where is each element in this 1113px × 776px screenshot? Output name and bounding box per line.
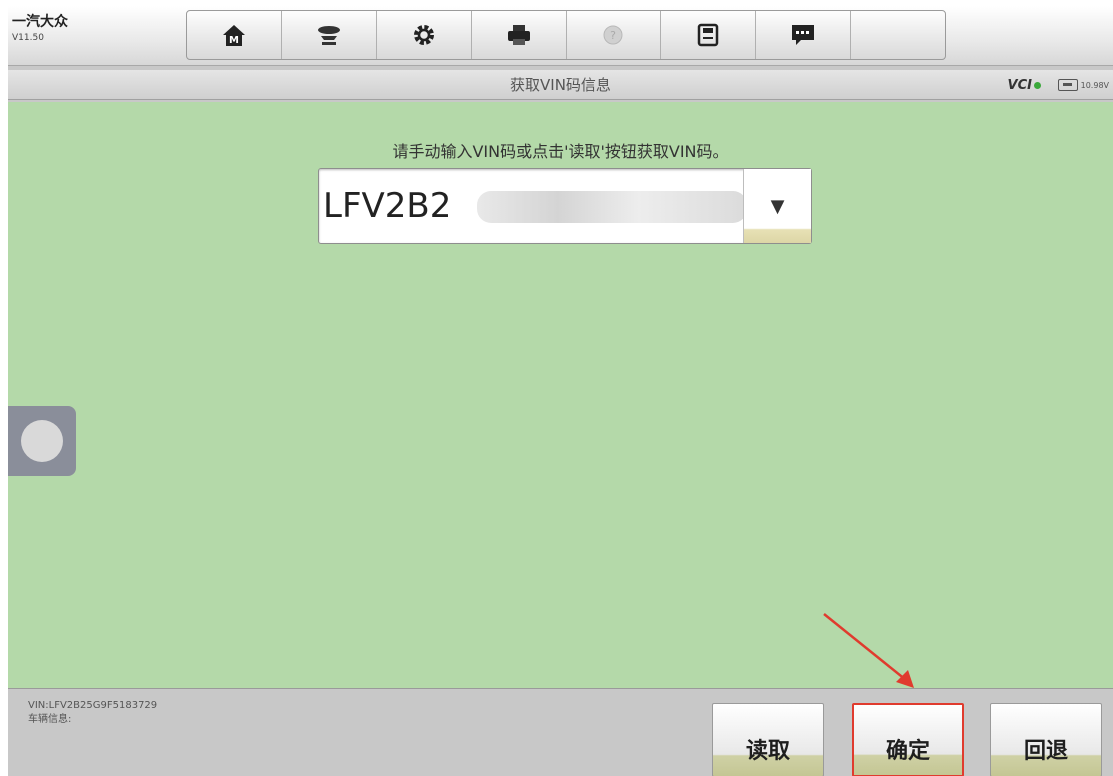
main-content: 请手动输入VIN码或点击'读取'按钮获取VIN码。 ▼ [8, 102, 1113, 688]
vin-redaction-blur [477, 191, 747, 223]
brand-name: 一汽大众 [12, 14, 68, 30]
back-button-label: 回退 [1023, 739, 1068, 764]
read-button-label: 读取 [745, 739, 790, 764]
help-icon: ? [603, 25, 623, 45]
svg-text:M: M [229, 35, 239, 46]
vin-combobox: ▼ [318, 168, 812, 244]
toolbar: M ? [186, 10, 946, 60]
app-frame: 一汽大众 V11.50 M ? 获取VIN码信息 VCI 10.98V 请手动输… [8, 6, 1113, 776]
back-button[interactable]: 回退 [990, 703, 1102, 776]
vehicle-lift-icon [317, 26, 340, 45]
home-button[interactable]: M [187, 11, 282, 59]
save-icon [698, 23, 719, 47]
top-bar: 一汽大众 V11.50 M ? [8, 6, 1113, 66]
title-bar: 获取VIN码信息 VCI 10.98V [8, 70, 1113, 100]
save-button[interactable] [661, 11, 757, 59]
help-button[interactable]: ? [567, 11, 662, 59]
app-version: V11.50 [12, 33, 44, 43]
page-title: 获取VIN码信息 [510, 76, 611, 94]
read-button[interactable]: 读取 [712, 703, 824, 776]
battery-voltage: 10.98V [1080, 80, 1109, 90]
vci-connected-indicator [1034, 82, 1041, 89]
chat-icon [792, 25, 815, 45]
annotation-arrow [823, 613, 914, 688]
settings-button[interactable] [377, 11, 472, 59]
chevron-down-icon: ▼ [770, 195, 785, 217]
vin-dropdown-button[interactable]: ▼ [743, 169, 811, 243]
vin-line: VIN:LFV2B25G9F5183729 [28, 700, 158, 711]
battery-status: 10.98V [1057, 79, 1109, 91]
message-button[interactable] [756, 11, 852, 59]
brand: 一汽大众 V11.50 [12, 14, 68, 43]
circle-icon [21, 420, 63, 462]
home-icon: M [222, 25, 245, 46]
confirm-button[interactable]: 确定 [852, 703, 964, 776]
svg-text:?: ? [611, 29, 617, 42]
instruction-text: 请手动输入VIN码或点击'读取'按钮获取VIN码。 [392, 142, 729, 161]
vin-status: VIN:LFV2B25G9F5183729 车辆信息: [28, 699, 157, 727]
printer-icon [507, 25, 530, 45]
print-button[interactable] [472, 11, 567, 59]
vci-status: VCI [1008, 78, 1041, 93]
bottom-bar: VIN:LFV2B25G9F5183729 车辆信息: 读取 确定 回退 [8, 688, 1113, 776]
battery-icon [1057, 79, 1078, 91]
confirm-button-label: 确定 [885, 739, 930, 764]
vci-label: VCI [1007, 78, 1032, 93]
vehicle-button[interactable] [282, 11, 377, 59]
floating-assist-handle[interactable] [8, 406, 76, 476]
gear-icon [413, 25, 434, 45]
vehicle-info-label: 车辆信息: [28, 714, 72, 725]
